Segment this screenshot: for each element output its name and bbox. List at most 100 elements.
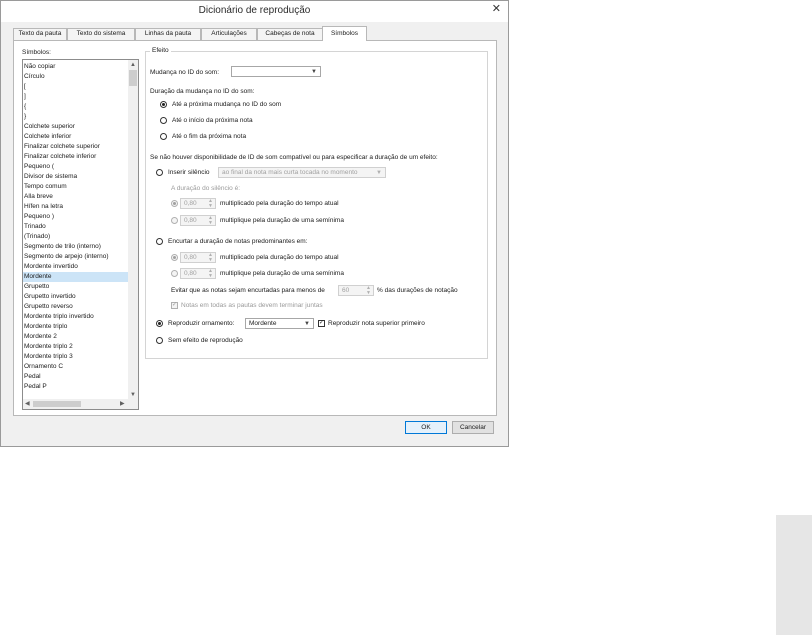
list-item[interactable]: ] bbox=[23, 92, 129, 102]
list-item[interactable]: { bbox=[23, 102, 129, 112]
duration-next-change-radio[interactable] bbox=[160, 101, 167, 108]
symbols-label: Símbolos: bbox=[22, 49, 51, 56]
upper-note-first-label: Reproduzir nota superior primeiro bbox=[328, 320, 425, 327]
spinner-arrows-icon[interactable]: ▲ ▼ bbox=[208, 199, 213, 209]
list-item[interactable]: [ bbox=[23, 82, 129, 92]
list-item[interactable]: (Trinado) bbox=[23, 232, 129, 242]
list-item[interactable]: Pedal bbox=[23, 372, 129, 382]
tab-staff-text[interactable]: Texto da pauta bbox=[13, 28, 67, 40]
list-item[interactable]: Pequeno ) bbox=[23, 212, 129, 222]
duration-next-note-start-radio[interactable] bbox=[160, 117, 167, 124]
list-item[interactable]: Mordente triplo invertido bbox=[23, 312, 129, 322]
title-bar: Dicionário de reprodução ✕ bbox=[1, 1, 508, 22]
list-horizontal-scrollbar[interactable]: ◀ ▶ bbox=[23, 399, 138, 409]
shorten-multiply-beat-radio[interactable] bbox=[171, 254, 178, 261]
ok-button[interactable]: OK bbox=[405, 421, 447, 434]
shorten-multiply-quarter-label: multiplique pela duração de uma semínima bbox=[220, 270, 344, 277]
spinner-arrows-icon[interactable]: ▲ ▼ bbox=[366, 286, 371, 296]
no-effect-radio[interactable] bbox=[156, 337, 163, 344]
list-item[interactable]: Segmento de arpejo (interno) bbox=[23, 252, 129, 262]
tab-system-text[interactable]: Texto do sistema bbox=[67, 28, 135, 40]
silence-multiply-beat-radio[interactable] bbox=[171, 200, 178, 207]
play-ornament-radio[interactable] bbox=[156, 320, 163, 327]
list-item[interactable]: Círculo bbox=[23, 72, 129, 82]
ornament-value: Mordente bbox=[249, 320, 277, 327]
duration-label: Duração da mudança no ID do som: bbox=[150, 88, 255, 95]
horizontal-scroll-thumb[interactable] bbox=[33, 401, 81, 407]
radio-dot bbox=[158, 322, 161, 325]
list-item[interactable]: Pedal P bbox=[23, 382, 129, 392]
spinner-arrows-icon[interactable]: ▲ ▼ bbox=[208, 253, 213, 263]
duration-next-note-start-label: Até o início da próxima nota bbox=[172, 117, 253, 124]
insert-silence-label: Inserir silêncio bbox=[168, 169, 210, 176]
shorten-quarter-spinner[interactable]: 0,80 ▲ ▼ bbox=[180, 268, 216, 279]
chevron-down-icon: ▼ bbox=[376, 170, 382, 176]
insert-silence-radio[interactable] bbox=[156, 169, 163, 176]
list-item[interactable]: } bbox=[23, 112, 129, 122]
radio-dot bbox=[162, 103, 165, 106]
tab-staff-lines[interactable]: Linhas da pauta bbox=[135, 28, 201, 40]
list-item[interactable]: Grupetto reverso bbox=[23, 302, 129, 312]
upper-note-first-checkbox[interactable]: ✓ bbox=[318, 320, 325, 327]
sound-id-label: Mudança no ID do som: bbox=[150, 69, 220, 76]
chevron-down-icon: ▼ bbox=[304, 321, 310, 327]
silence-multiply-beat-label: multiplicado pela duração do tempo atual bbox=[220, 200, 339, 207]
silence-beat-spinner[interactable]: 0,80 ▲ ▼ bbox=[180, 198, 216, 209]
list-item[interactable]: Mordente triplo bbox=[23, 322, 129, 332]
list-item[interactable]: Grupetto bbox=[23, 282, 129, 292]
avoid-shorten-spinner[interactable]: 60 ▲ ▼ bbox=[338, 285, 374, 296]
silence-quarter-spinner[interactable]: 0,80 ▲ ▼ bbox=[180, 215, 216, 226]
close-icon[interactable]: ✕ bbox=[492, 4, 501, 15]
list-item[interactable]: Alla breve bbox=[23, 192, 129, 202]
silence-position-value: ao final da nota mais curta tocada no mo… bbox=[222, 169, 358, 176]
tab-noteheads[interactable]: Cabeças de nota bbox=[257, 28, 323, 40]
list-item[interactable]: Mordente triplo 2 bbox=[23, 342, 129, 352]
fallback-label: Se não houver disponibilidade de ID de s… bbox=[150, 154, 438, 161]
list-item[interactable]: Hífen na letra bbox=[23, 202, 129, 212]
radio-dot bbox=[173, 256, 176, 259]
vertical-scroll-thumb[interactable] bbox=[129, 70, 137, 86]
list-item[interactable]: Mordente invertido bbox=[23, 262, 129, 272]
list-item[interactable]: Finalizar colchete inferior bbox=[23, 152, 129, 162]
list-item[interactable]: Mordente triplo 3 bbox=[23, 352, 129, 362]
shorten-notes-radio[interactable] bbox=[156, 238, 163, 245]
duration-next-change-label: Até a próxima mudança no ID do som bbox=[172, 101, 282, 108]
scroll-up-icon[interactable]: ▲ bbox=[130, 62, 136, 68]
list-item[interactable]: Não copiar bbox=[23, 62, 129, 72]
spinner-arrows-icon[interactable]: ▲ ▼ bbox=[208, 216, 213, 226]
cancel-button[interactable]: Cancelar bbox=[452, 421, 494, 434]
shorten-multiply-quarter-radio[interactable] bbox=[171, 270, 178, 277]
tab-articulations[interactable]: Articulações bbox=[201, 28, 257, 40]
shorten-beat-spinner[interactable]: 0,80 ▲ ▼ bbox=[180, 252, 216, 263]
silence-duration-label: A duração do silêncio é: bbox=[171, 185, 241, 192]
list-item[interactable]: Segmento de trilo (interno) bbox=[23, 242, 129, 252]
duration-next-note-end-radio[interactable] bbox=[160, 133, 167, 140]
list-vertical-scrollbar[interactable]: ▲ ▼ bbox=[128, 60, 138, 400]
window-title: Dicionário de reprodução bbox=[198, 5, 311, 16]
list-item[interactable]: Pequeno ( bbox=[23, 162, 129, 172]
sound-id-combo[interactable]: ▼ bbox=[231, 66, 321, 77]
list-item[interactable]: Trinado bbox=[23, 222, 129, 232]
spinner-arrows-icon[interactable]: ▲ ▼ bbox=[208, 269, 213, 279]
silence-position-combo[interactable]: ao final da nota mais curta tocada no mo… bbox=[218, 167, 386, 178]
symbols-list[interactable]: Não copiar Círculo [ ] { } Colchete supe… bbox=[22, 59, 139, 410]
scroll-down-icon[interactable]: ▼ bbox=[130, 392, 136, 398]
list-item[interactable]: Grupetto invertido bbox=[23, 292, 129, 302]
list-item[interactable]: Mordente 2 bbox=[23, 332, 129, 342]
silence-multiply-quarter-radio[interactable] bbox=[171, 217, 178, 224]
scroll-right-icon[interactable]: ▶ bbox=[120, 401, 125, 407]
list-item[interactable]: Tempo comum bbox=[23, 182, 129, 192]
list-item[interactable]: Ornamento C bbox=[23, 362, 129, 372]
ornament-combo[interactable]: Mordente ▼ bbox=[245, 318, 314, 329]
scroll-left-icon[interactable]: ◀ bbox=[25, 401, 30, 407]
list-item[interactable]: Divisor de sistema bbox=[23, 172, 129, 182]
shorten-notes-label: Encurtar a duração de notas predominante… bbox=[168, 238, 308, 245]
silence-quarter-value: 0,80 bbox=[184, 217, 197, 224]
effect-group-legend: Efeito bbox=[150, 47, 171, 54]
list-item[interactable]: Finalizar colchete superior bbox=[23, 142, 129, 152]
list-item[interactable]: Colchete superior bbox=[23, 122, 129, 132]
tab-symbols[interactable]: Símbolos bbox=[322, 26, 367, 41]
list-item-selected[interactable]: Mordente bbox=[23, 272, 129, 282]
list-item[interactable]: Colchete inferior bbox=[23, 132, 129, 142]
staves-end-together-checkbox[interactable]: ✓ bbox=[171, 302, 178, 309]
